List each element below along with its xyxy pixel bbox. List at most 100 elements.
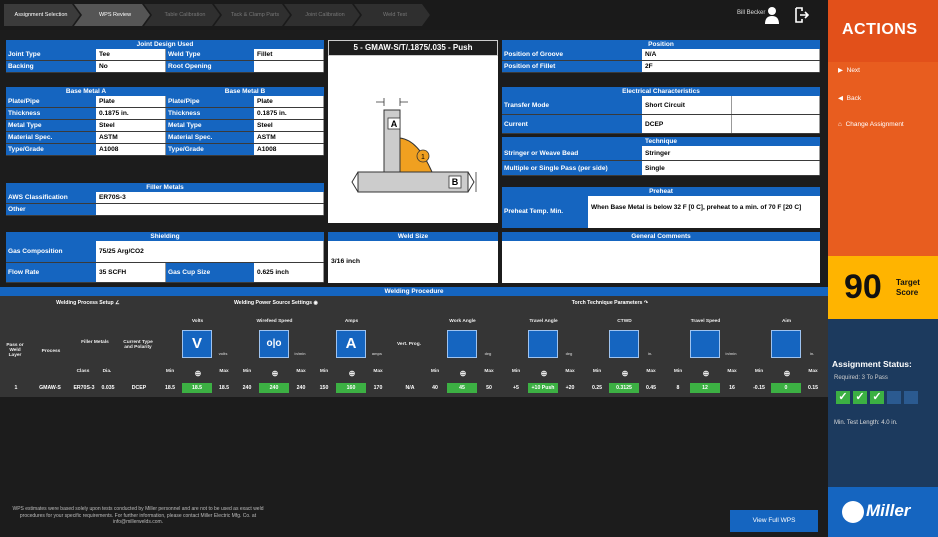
section-header: Filler Metals — [6, 183, 324, 192]
col-max: Max — [219, 369, 229, 374]
required-text: Required: 3 To Pass — [834, 375, 888, 381]
field-value — [96, 204, 324, 215]
shielding-section: Shielding Gas Composition 75/25 Arg/CO2 … — [6, 232, 324, 283]
col-min: Min — [754, 369, 764, 374]
crumb-table-calibration[interactable]: Table Calibration — [144, 4, 220, 26]
back-button[interactable]: ◀ Back — [838, 94, 861, 102]
col-max: Max — [296, 369, 306, 374]
cell-class: ER70S-3 — [73, 385, 95, 391]
general-comments-field — [502, 241, 820, 283]
torch-icon: ↷ — [643, 300, 649, 306]
home-icon: ⌂ — [838, 121, 842, 128]
field-label: Position of Groove — [502, 49, 642, 60]
next-button[interactable]: ▶ Next — [838, 66, 933, 74]
section-header: Weld Size — [328, 232, 498, 241]
target-score: 90 Target Score — [828, 256, 938, 319]
field-value: N/A — [642, 49, 820, 60]
section-header: General Comments — [502, 232, 820, 241]
col-max: Max — [565, 369, 575, 374]
col-dia: Dia. — [102, 369, 112, 374]
field-label: Material Spec. — [166, 132, 254, 143]
group-title: Amps — [344, 319, 359, 324]
target-icon: ⊕ — [348, 369, 356, 378]
field-label: Type/Grade — [6, 144, 96, 155]
col-max: Max — [484, 369, 494, 374]
view-full-wps-button[interactable]: View Full WPS — [730, 510, 818, 532]
score-label-line2: Score — [896, 288, 919, 297]
cell-target: 0 — [771, 383, 801, 393]
crumb-wps-review[interactable]: WPS Review — [74, 4, 150, 26]
col-max: Max — [808, 369, 818, 374]
preheat-value: When Base Metal is below 32 F [0 C], pre… — [588, 196, 820, 228]
tee-joint-icon: A B 1 — [351, 98, 477, 193]
gas-cup-value: 0.625 inch — [254, 263, 324, 282]
score-value: 90 — [844, 268, 882, 306]
unit-label: in. — [647, 352, 653, 356]
field-label: Backing — [6, 61, 96, 72]
col-max: Max — [646, 369, 656, 374]
crumb-tack-clamp[interactable]: Tack & Clamp Parts — [214, 4, 290, 26]
check-icon: ✓ — [836, 391, 850, 404]
col-min: Min — [511, 369, 521, 374]
crumb-joint-calibration[interactable]: Joint Calibration — [284, 4, 360, 26]
section-header: Joint Design Used — [6, 40, 324, 49]
field-value: Fillet — [254, 49, 324, 60]
crumb-weld-test[interactable]: Weld Test — [354, 4, 430, 26]
cell-max: 50 — [486, 385, 492, 391]
col-max: Max — [373, 369, 383, 374]
parameter-icon: A — [336, 330, 366, 358]
crumb-assignment-selection[interactable]: Assignment Selection — [4, 4, 80, 26]
group-title: Travel Speed — [690, 319, 721, 324]
group-title: Work Angle — [449, 319, 476, 324]
cell-current: DCEP — [131, 385, 147, 391]
table-row: Type/Grade A1008 — [6, 144, 166, 156]
unit-label: in. — [809, 352, 815, 356]
cell-target: 18.5 — [182, 383, 212, 393]
weld-marker: 1 — [421, 154, 425, 161]
table-row: Metal Type Steel — [166, 120, 324, 132]
target-icon: ⊕ — [702, 369, 710, 378]
field-label: Metal Type — [6, 120, 96, 131]
field-label: Gas Composition — [6, 241, 96, 262]
actions-header: ACTIONS — [828, 0, 938, 62]
cell-dia: 0.035 — [101, 385, 115, 391]
table-row: Multiple or Single Pass (per side) Single — [502, 161, 820, 176]
process-setup-label: Welding Process Setup — [56, 300, 114, 306]
col-vert-prog: Vert. Prog. — [397, 342, 421, 347]
logout-icon[interactable] — [795, 7, 810, 23]
section-header: Position — [502, 40, 820, 49]
unit-label: deg — [565, 352, 573, 356]
field-value: 0.1875 in. — [254, 108, 324, 119]
field-label: Type/Grade — [166, 144, 254, 155]
preheat-section: Preheat Preheat Temp. Min. When Base Met… — [502, 187, 820, 228]
empty-check-slot — [904, 391, 918, 404]
settings-icon: ◉ — [313, 300, 318, 306]
table-row: Stringer or Weave Bead Stringer — [502, 146, 820, 161]
check-icon: ✓ — [853, 391, 867, 404]
field-label: Thickness — [6, 108, 96, 119]
field-label: Thickness — [166, 108, 254, 119]
col-filler: Filler Metals — [81, 340, 109, 345]
flow-rate-value: 35 SCFH — [96, 263, 166, 282]
field-value: A1008 — [96, 144, 166, 155]
welding-procedure-header: Welding Procedure — [0, 287, 828, 296]
field-label: Plate/Pipe — [166, 96, 254, 107]
miller-logo-icon — [842, 501, 864, 523]
electrical-section: Electrical Characteristics Transfer Mode… — [502, 87, 820, 134]
target-icon: ⊕ — [540, 369, 548, 378]
cell-target: 240 — [259, 383, 289, 393]
col-min: Min — [592, 369, 602, 374]
group-title: CTWD — [617, 319, 632, 324]
label-a: A — [391, 119, 398, 129]
unit-label: amps — [372, 352, 382, 356]
change-assignment-button[interactable]: ⌂ Change Assignment — [838, 121, 904, 128]
parameter-icon — [609, 330, 639, 358]
user-icon[interactable] — [765, 6, 779, 24]
min-test-length: Min. Test Length: 4.0 in. — [834, 420, 898, 426]
process-setup-header: Welding Process Setup ∠ — [28, 300, 148, 306]
table-row: Plate/Pipe Plate — [6, 96, 166, 108]
field-value: ASTM — [254, 132, 324, 143]
table-row: Backing No Root Opening — [6, 61, 324, 73]
col-current: Current Type and Polarity — [123, 340, 153, 350]
base-metal-a-section: Base Metal A Plate/Pipe Plate Thickness 0.… — [6, 87, 166, 156]
